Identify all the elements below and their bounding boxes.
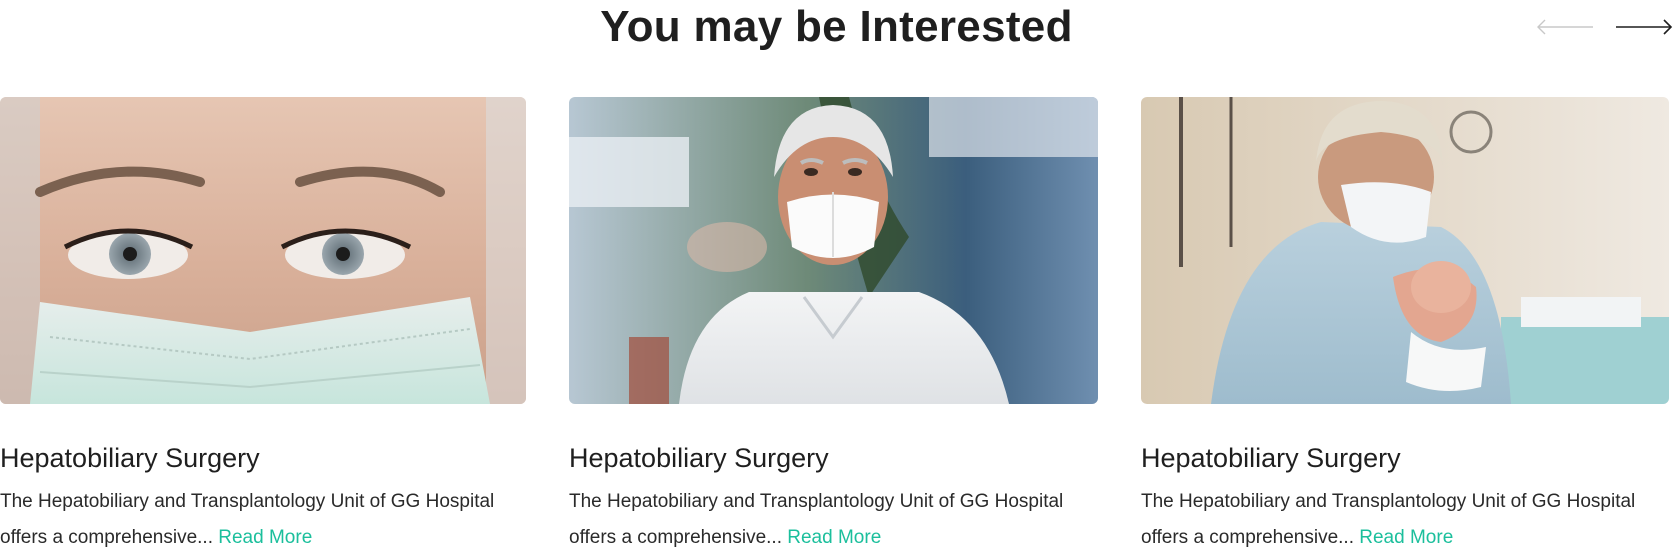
- carousel-next-button[interactable]: [1615, 12, 1673, 42]
- read-more-link[interactable]: Read More: [218, 527, 312, 548]
- doctor-newborn-photo: [1141, 97, 1669, 404]
- read-more-link[interactable]: Read More: [787, 527, 881, 548]
- card-image-man-mask[interactable]: [569, 97, 1098, 404]
- arrow-left-icon: [1537, 19, 1593, 35]
- man-mask-photo: [569, 97, 1098, 404]
- card-description: The Hepatobiliary and Transplantology Un…: [569, 484, 1098, 556]
- card-title[interactable]: Hepatobiliary Surgery: [0, 442, 260, 474]
- card-description: The Hepatobiliary and Transplantology Un…: [1141, 484, 1669, 556]
- nurse-mask-photo: [0, 97, 526, 404]
- card-title[interactable]: Hepatobiliary Surgery: [569, 442, 829, 474]
- read-more-link[interactable]: Read More: [1359, 527, 1453, 548]
- article-card: Hepatobiliary Surgery The Hepatobiliary …: [0, 97, 526, 548]
- card-image-nurse-mask[interactable]: [0, 97, 526, 404]
- arrow-right-icon: [1616, 19, 1673, 35]
- article-card: Hepatobiliary Surgery The Hepatobiliary …: [569, 97, 1098, 548]
- carousel-prev-button[interactable]: [1536, 12, 1594, 42]
- card-image-doctor-newborn[interactable]: [1141, 97, 1669, 404]
- card-title[interactable]: Hepatobiliary Surgery: [1141, 442, 1401, 474]
- card-description: The Hepatobiliary and Transplantology Un…: [0, 484, 526, 556]
- section-title: You may be Interested: [600, 2, 1073, 51]
- article-card: Hepatobiliary Surgery The Hepatobiliary …: [1141, 97, 1669, 548]
